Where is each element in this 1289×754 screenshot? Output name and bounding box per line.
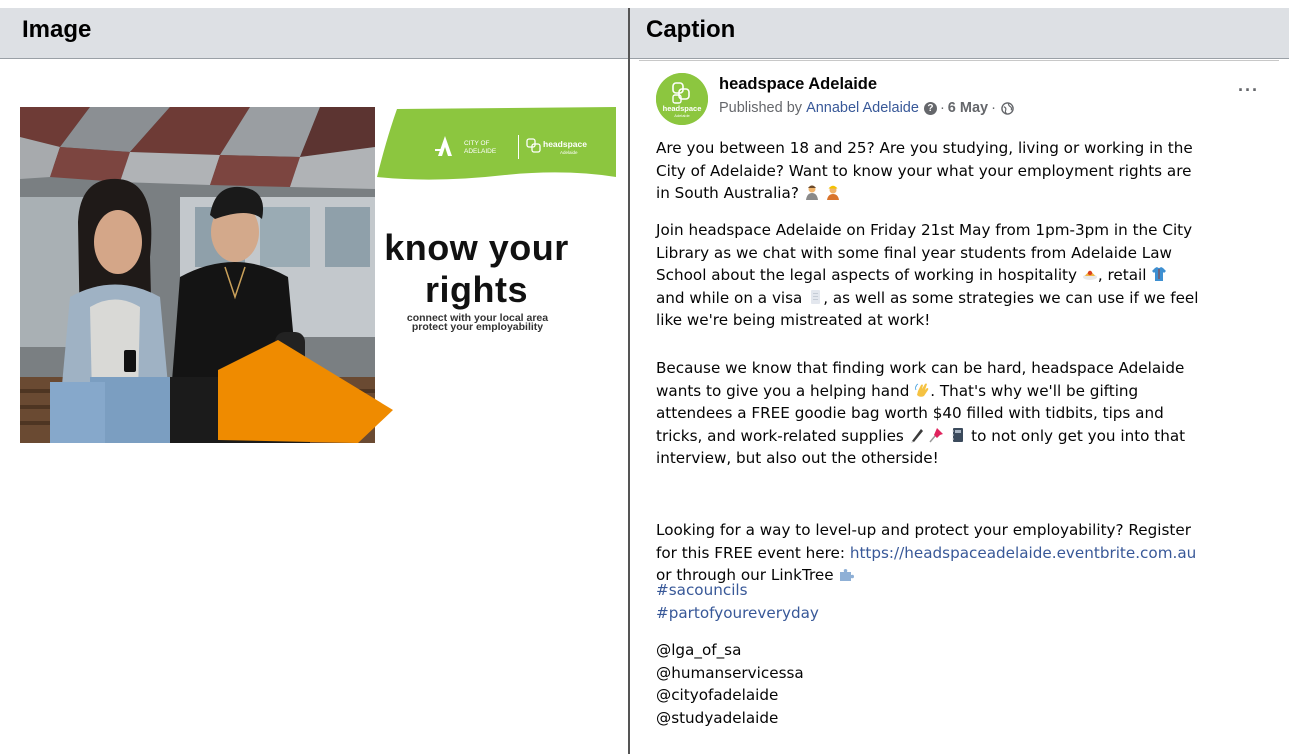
pen-emoji-icon [910, 428, 923, 443]
published-by-label: Published by [719, 100, 803, 116]
poster-heading-line-2: rights [424, 269, 528, 310]
post-paragraph-3: Because we know that finding work can be… [656, 359, 1186, 467]
shirt-emoji-icon [1152, 267, 1167, 281]
post-date-link[interactable]: 6 May [948, 100, 988, 116]
page-name-link[interactable]: headspace Adelaide [719, 75, 877, 94]
caption-divider-line [639, 60, 1279, 61]
mention-text: @lga_of_sa [656, 641, 742, 659]
svg-text:CITY OF: CITY OF [464, 140, 490, 147]
orange-shape [218, 340, 393, 443]
headspace-avatar-logo: headspace Adelaide [656, 73, 708, 125]
logo-banner: CITY OF ADELAIDE headspace Adelaide [377, 107, 616, 180]
page-avatar[interactable]: headspace Adelaide [656, 73, 708, 125]
mention-text: @humanservicessa [656, 663, 804, 682]
post-paragraph-4: Looking for a way to level-up and protec… [656, 521, 1197, 584]
globe-icon [1001, 101, 1014, 115]
poster-subtitle-line-2: protect your employability [411, 321, 544, 333]
svg-text:headspace: headspace [543, 139, 587, 149]
spaghetti-emoji-icon [1082, 270, 1097, 280]
pushpin-emoji-icon [929, 427, 944, 442]
notebook-emoji-icon [952, 427, 964, 442]
table-header-row: Image Caption [0, 8, 1289, 59]
svg-text:Adelaide: Adelaide [674, 113, 690, 118]
column-divider [628, 8, 630, 754]
post-mentions: @lga_of_sa @humanservicessa @cityofadela… [656, 639, 1276, 729]
office-worker-emoji-icon [805, 185, 818, 200]
meta-separator: · [991, 100, 996, 116]
poster-image: CITY OF ADELAIDE headspace Adelaide know… [20, 107, 616, 443]
post-paragraph-1: Are you between 18 and 25? Are you study… [656, 139, 1193, 202]
post-paragraph-2: Join headspace Adelaide on Friday 21st M… [656, 221, 1199, 329]
svg-text:headspace: headspace [663, 104, 702, 113]
passport-emoji-icon [811, 289, 821, 304]
svg-text:Adelaide: Adelaide [560, 150, 578, 155]
hashtag-link[interactable]: #sacouncils [656, 579, 1276, 602]
mention-text: @studyadelaide [656, 708, 779, 727]
help-icon[interactable]: ? [923, 101, 937, 115]
post-meta: Published by Annabel Adelaide ? · 6 May · [719, 100, 1014, 116]
svg-text:ADELAIDE: ADELAIDE [464, 148, 497, 155]
publisher-link[interactable]: Annabel Adelaide [806, 100, 919, 116]
eventbrite-link[interactable]: https://headspaceadelaide.eventbrite.com… [850, 544, 1196, 562]
waving-hand-emoji-icon [915, 383, 929, 397]
worker-emoji-icon [826, 185, 839, 200]
column-header-caption: Caption [646, 16, 736, 43]
poster-heading-line-1: know your [384, 227, 569, 268]
mention-text: @cityofadelaide [656, 686, 779, 704]
hashtag-link[interactable]: #partofyoureveryday [656, 602, 1276, 625]
column-header-image: Image [22, 16, 92, 43]
post-hashtags: #sacouncils #partofyoureveryday [656, 579, 1276, 624]
meta-separator: · [939, 100, 945, 116]
more-options-icon[interactable]: ··· [1238, 80, 1259, 101]
